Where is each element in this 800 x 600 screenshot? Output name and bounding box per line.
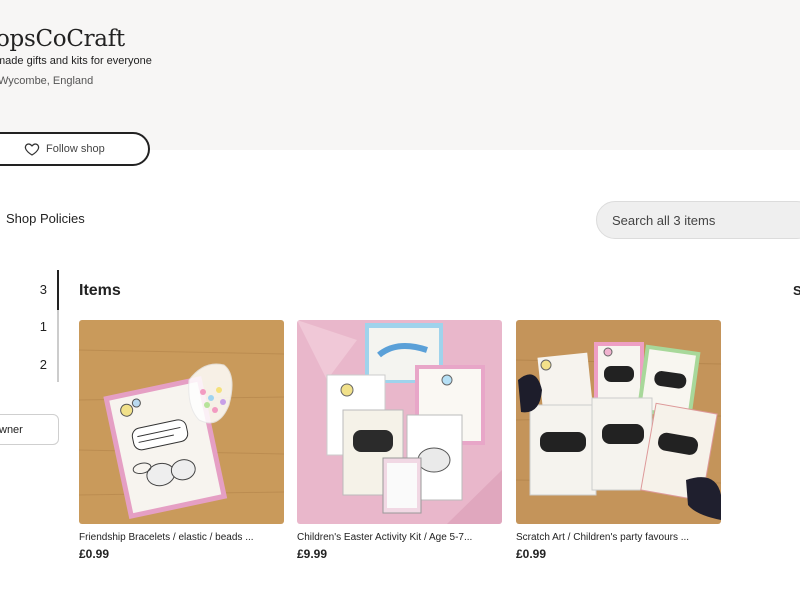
shop-tagline: made gifts and kits for everyone — [0, 55, 152, 67]
shop-policies-link[interactable]: Shop Policies — [6, 211, 85, 226]
listing-title[interactable]: Friendship Bracelets / elastic / beads .… — [79, 532, 284, 543]
listing-title[interactable]: Scratch Art / Children's party favours .… — [516, 532, 721, 543]
listing-price: £0.99 — [79, 547, 110, 561]
shop-location: Wycombe, England — [0, 75, 94, 87]
sort-control[interactable]: S — [793, 283, 800, 298]
listing-title[interactable]: Children's Easter Activity Kit / Age 5-7… — [297, 532, 502, 543]
friendship-bracelet-photo — [79, 320, 284, 524]
listing-price: £9.99 — [297, 547, 328, 561]
sidebar-item-all-count[interactable]: 3 — [40, 282, 47, 297]
contact-owner-button[interactable]: wner — [0, 414, 59, 445]
listing-price: £0.99 — [516, 547, 547, 561]
shop-search-input[interactable] — [612, 212, 800, 228]
sidebar-active-indicator — [57, 270, 59, 310]
scratch-art-cards-photo — [516, 320, 721, 524]
shop-name: opsCoCraft — [0, 26, 125, 52]
items-section-title: Items — [79, 282, 121, 299]
listing-card[interactable]: Children's Easter Activity Kit / Age 5-7… — [297, 320, 502, 561]
section-sidebar: 3 1 2 — [0, 270, 60, 386]
sidebar-item-section-2-count[interactable]: 2 — [40, 357, 47, 372]
follow-shop-label: Follow shop — [46, 143, 105, 155]
heart-icon — [24, 143, 40, 156]
shop-header-band — [0, 0, 800, 150]
sidebar-item-section-1-count[interactable]: 1 — [40, 319, 47, 334]
easter-activity-kit-photo — [297, 320, 502, 524]
shop-search-box[interactable] — [596, 201, 800, 239]
contact-owner-label: wner — [0, 423, 23, 436]
listing-card[interactable]: Scratch Art / Children's party favours .… — [516, 320, 721, 561]
follow-shop-button[interactable]: Follow shop — [0, 132, 150, 166]
listing-card[interactable]: Friendship Bracelets / elastic / beads .… — [79, 320, 284, 561]
